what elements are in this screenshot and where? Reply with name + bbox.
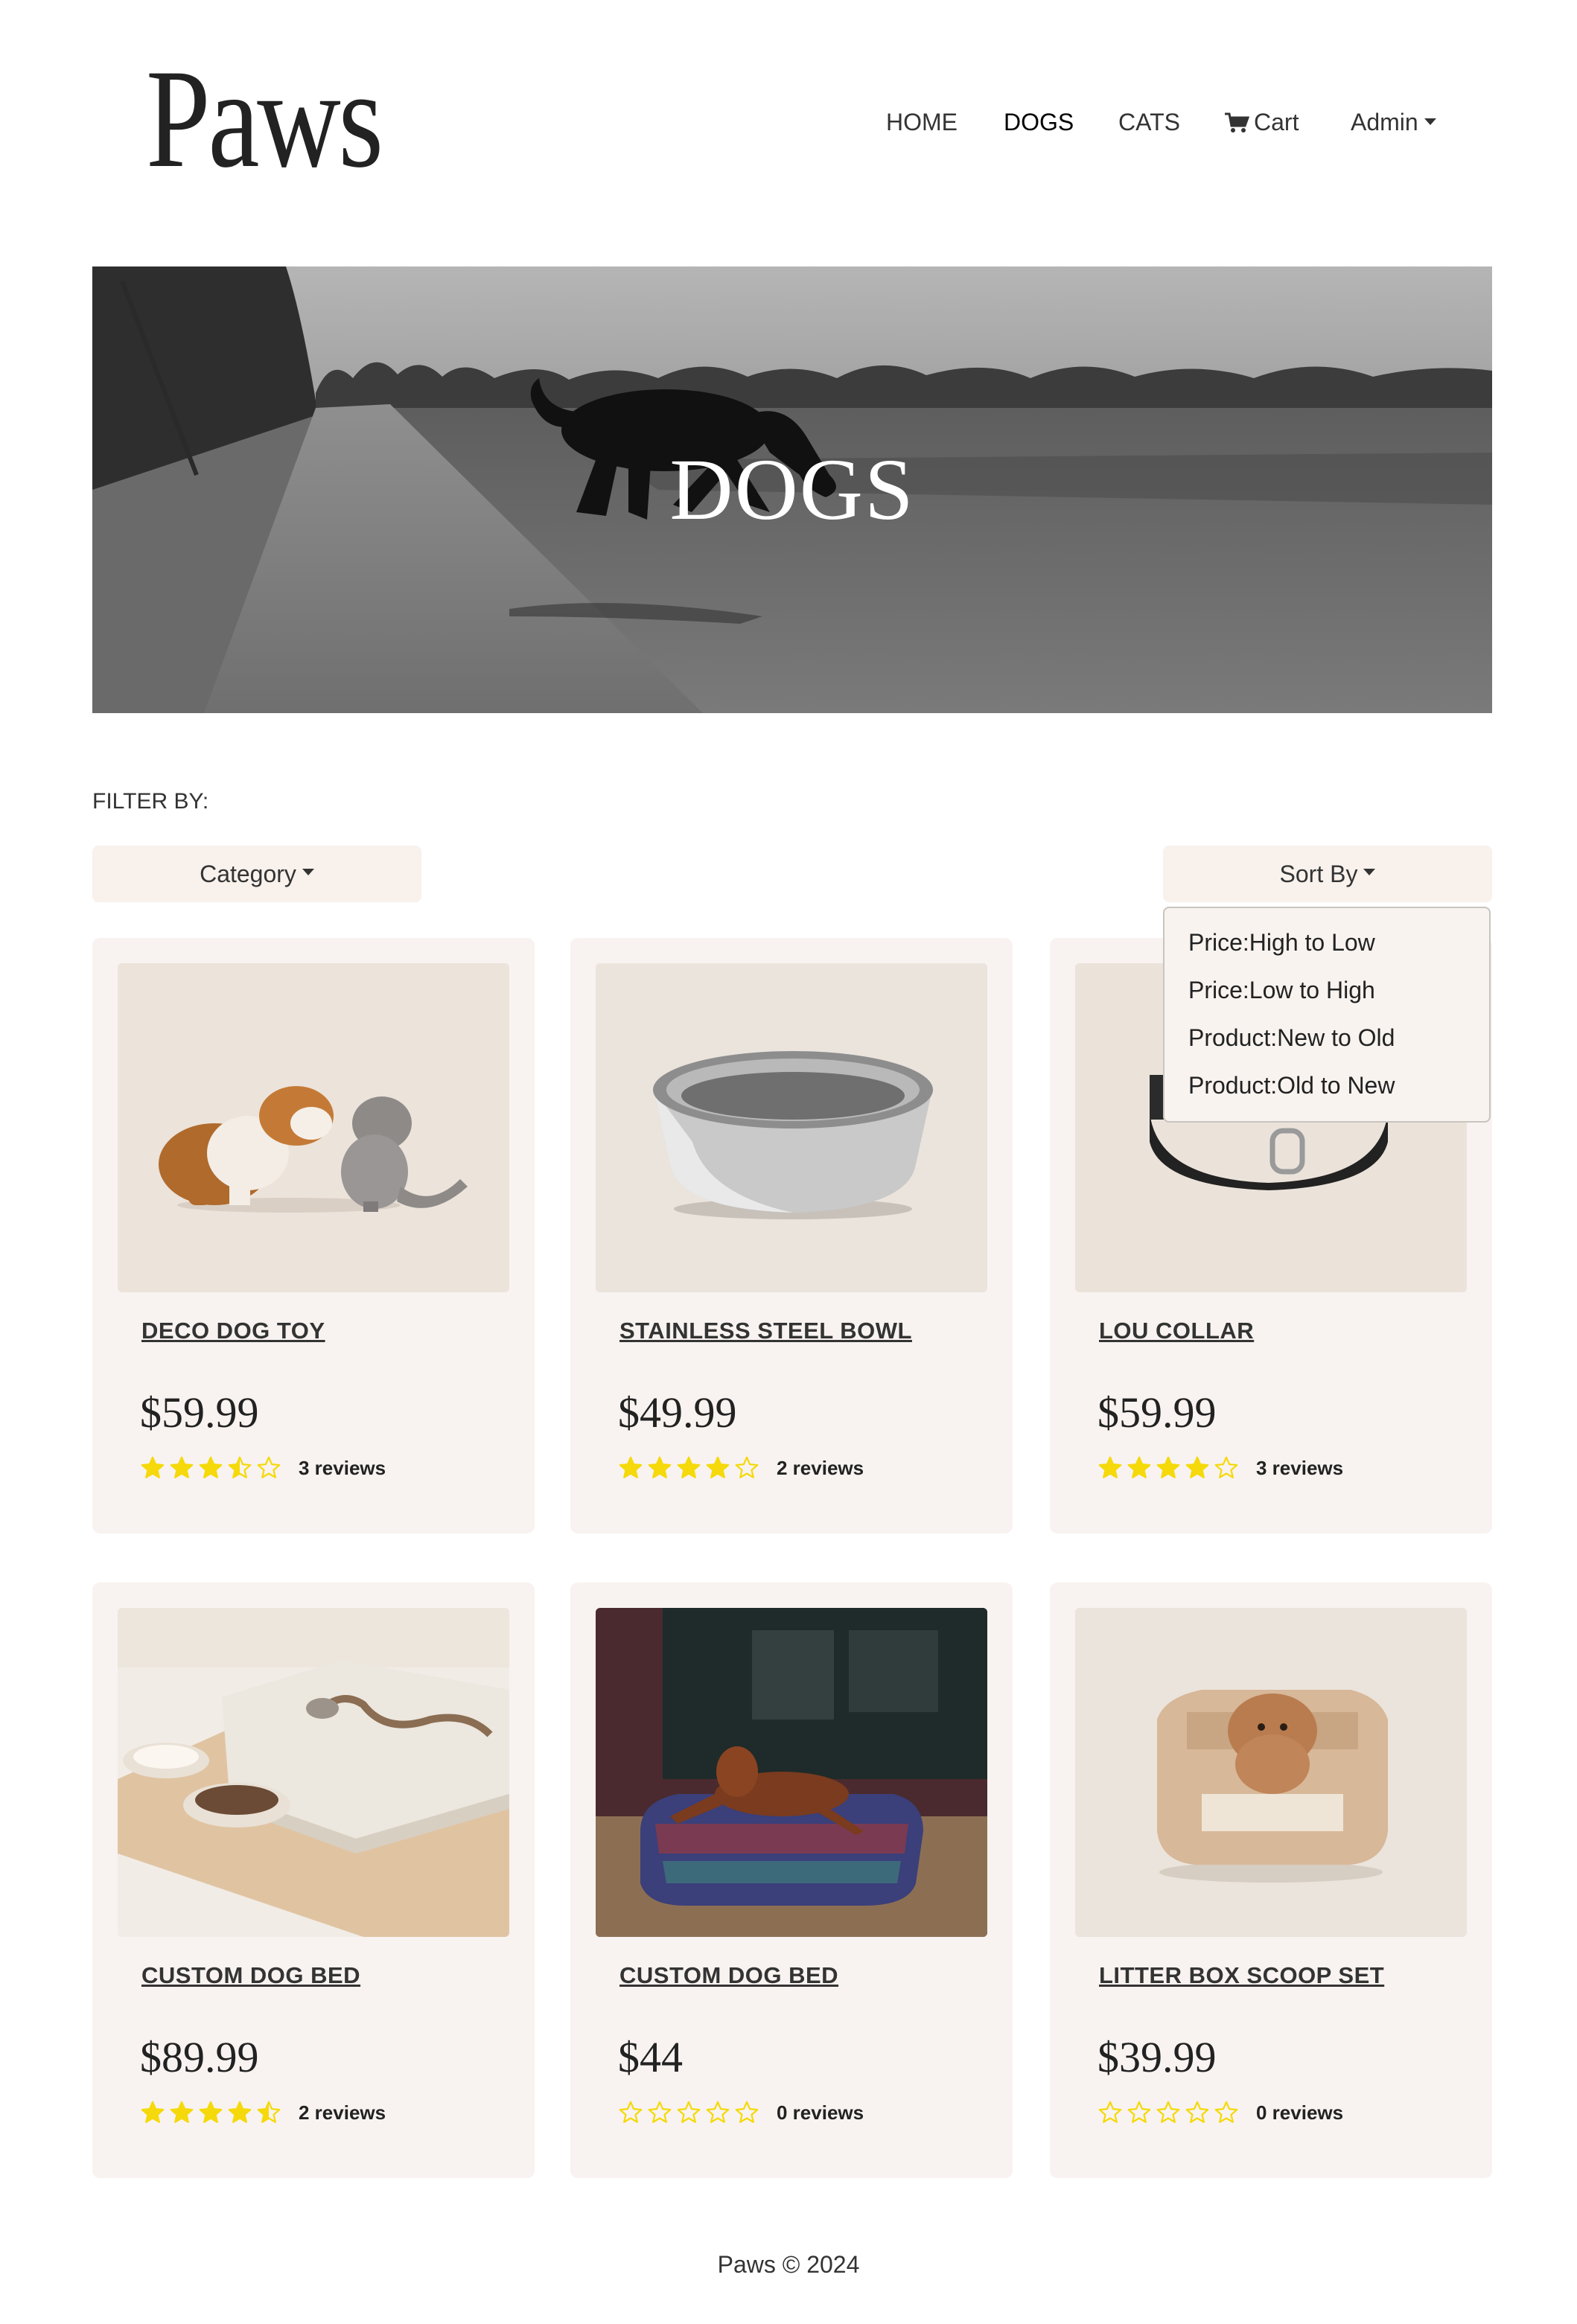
star-empty-icon bbox=[735, 2101, 759, 2123]
sort-option-price-high-low[interactable]: Price:High to Low bbox=[1165, 919, 1489, 966]
product-card[interactable]: STAINLESS STEEL BOWL $49.99 2 reviews bbox=[570, 938, 1013, 1533]
star-filled-icon bbox=[1098, 1456, 1122, 1478]
product-image[interactable] bbox=[596, 963, 987, 1292]
star-filled-icon bbox=[170, 1456, 194, 1478]
product-title[interactable]: STAINLESS STEEL BOWL bbox=[619, 1318, 912, 1344]
sort-dropdown-button[interactable]: Sort By bbox=[1163, 846, 1492, 902]
review-count[interactable]: 3 reviews bbox=[1256, 1457, 1343, 1480]
product-title[interactable]: CUSTOM DOG BED bbox=[141, 1962, 360, 1989]
nav-home[interactable]: HOME bbox=[886, 101, 958, 143]
brand-logo[interactable]: Paws bbox=[146, 45, 383, 194]
hero-title: DOGS bbox=[669, 441, 915, 538]
chevron-down-icon bbox=[302, 868, 314, 875]
star-empty-icon bbox=[619, 2101, 643, 2123]
star-empty-icon bbox=[648, 2101, 672, 2123]
nav-cart-label: Cart bbox=[1254, 109, 1299, 135]
star-rating: 0 reviews bbox=[1097, 2098, 1343, 2127]
nav-admin-label: Admin bbox=[1351, 109, 1418, 135]
star-rating: 3 reviews bbox=[140, 1453, 386, 1483]
product-title[interactable]: LITTER BOX SCOOP SET bbox=[1099, 1962, 1384, 1989]
cushion-bed-image bbox=[596, 1608, 987, 1937]
star-rating: 2 reviews bbox=[618, 1453, 864, 1483]
wooden-bed-image bbox=[118, 1608, 509, 1937]
star-half-icon bbox=[228, 1456, 252, 1478]
product-card[interactable]: CUSTOM DOG BED $89.99 2 reviews bbox=[92, 1583, 535, 2178]
review-count[interactable]: 3 reviews bbox=[299, 1457, 386, 1480]
product-price: $39.99 bbox=[1097, 2033, 1217, 2081]
product-image[interactable] bbox=[1075, 1608, 1467, 1937]
review-count[interactable]: 0 reviews bbox=[1256, 2101, 1343, 2125]
star-empty-icon bbox=[1214, 1456, 1238, 1478]
product-price: $44 bbox=[618, 2033, 683, 2081]
star-filled-icon bbox=[1127, 1456, 1151, 1478]
sort-option-price-low-high[interactable]: Price:Low to High bbox=[1165, 966, 1489, 1014]
nav-dogs[interactable]: DOGS bbox=[1004, 101, 1074, 143]
star-empty-icon bbox=[1156, 2101, 1180, 2123]
star-rating: 2 reviews bbox=[140, 2098, 386, 2127]
star-half-icon bbox=[257, 2101, 281, 2123]
star-empty-icon bbox=[677, 2101, 701, 2123]
product-price: $59.99 bbox=[140, 1388, 259, 1437]
sort-option-old-new[interactable]: Product:Old to New bbox=[1165, 1062, 1489, 1109]
star-empty-icon bbox=[1127, 2101, 1151, 2123]
star-filled-icon bbox=[706, 1456, 730, 1478]
steel-bowl-image bbox=[596, 963, 987, 1292]
product-price: $89.99 bbox=[140, 2033, 259, 2081]
star-empty-icon bbox=[1185, 2101, 1209, 2123]
star-filled-icon bbox=[677, 1456, 701, 1478]
sort-label: Sort By bbox=[1279, 860, 1358, 887]
product-title[interactable]: LOU COLLAR bbox=[1099, 1318, 1254, 1344]
star-filled-icon bbox=[1156, 1456, 1180, 1478]
chevron-down-icon bbox=[1424, 118, 1436, 126]
site-header: Paws HOME DOGS CATS Cart Admin bbox=[0, 0, 1577, 246]
review-count[interactable]: 2 reviews bbox=[777, 1457, 864, 1480]
product-card[interactable]: CUSTOM DOG BED $44 0 reviews bbox=[570, 1583, 1013, 2178]
bulldog-toy-image bbox=[118, 963, 509, 1292]
filter-label: FILTER BY: bbox=[92, 789, 209, 814]
sort-dropdown-menu: Price:High to Low Price:Low to High Prod… bbox=[1163, 907, 1491, 1123]
star-empty-icon bbox=[257, 1456, 281, 1478]
product-image[interactable] bbox=[118, 963, 509, 1292]
star-empty-icon bbox=[1214, 2101, 1238, 2123]
star-filled-icon bbox=[199, 2101, 223, 2123]
nav-cart[interactable]: Cart bbox=[1224, 101, 1299, 143]
star-filled-icon bbox=[648, 1456, 672, 1478]
star-filled-icon bbox=[619, 1456, 643, 1478]
product-price: $59.99 bbox=[1097, 1388, 1217, 1437]
nav-admin[interactable]: Admin bbox=[1351, 101, 1436, 143]
product-title[interactable]: DECO DOG TOY bbox=[141, 1318, 325, 1344]
star-rating: 3 reviews bbox=[1097, 1453, 1343, 1483]
star-empty-icon bbox=[1098, 2101, 1122, 2123]
star-rating: 0 reviews bbox=[618, 2098, 864, 2127]
sort-option-new-old[interactable]: Product:New to Old bbox=[1165, 1014, 1489, 1062]
product-price: $49.99 bbox=[618, 1388, 737, 1437]
puppy-basket-image bbox=[1075, 1608, 1467, 1937]
footer-copyright: Paws © 2024 bbox=[717, 2251, 860, 2278]
star-filled-icon bbox=[228, 2101, 252, 2123]
product-image[interactable] bbox=[118, 1608, 509, 1937]
hero-banner: DOGS bbox=[92, 266, 1492, 713]
product-card[interactable]: LITTER BOX SCOOP SET $39.99 0 reviews bbox=[1050, 1583, 1492, 2178]
nav-cats[interactable]: CATS bbox=[1118, 101, 1180, 143]
star-filled-icon bbox=[170, 2101, 194, 2123]
review-count[interactable]: 2 reviews bbox=[299, 2101, 386, 2125]
star-empty-icon bbox=[735, 1456, 759, 1478]
star-filled-icon bbox=[141, 2101, 165, 2123]
product-card[interactable]: DECO DOG TOY $59.99 3 reviews bbox=[92, 938, 535, 1533]
chevron-down-icon bbox=[1363, 868, 1376, 875]
star-empty-icon bbox=[706, 2101, 730, 2123]
category-dropdown-button[interactable]: Category bbox=[92, 846, 421, 902]
category-label: Category bbox=[200, 860, 296, 887]
cart-icon bbox=[1225, 112, 1249, 133]
product-image[interactable] bbox=[596, 1608, 987, 1937]
product-title[interactable]: CUSTOM DOG BED bbox=[619, 1962, 838, 1989]
star-filled-icon bbox=[1185, 1456, 1209, 1478]
star-filled-icon bbox=[199, 1456, 223, 1478]
review-count[interactable]: 0 reviews bbox=[777, 2101, 864, 2125]
star-filled-icon bbox=[141, 1456, 165, 1478]
